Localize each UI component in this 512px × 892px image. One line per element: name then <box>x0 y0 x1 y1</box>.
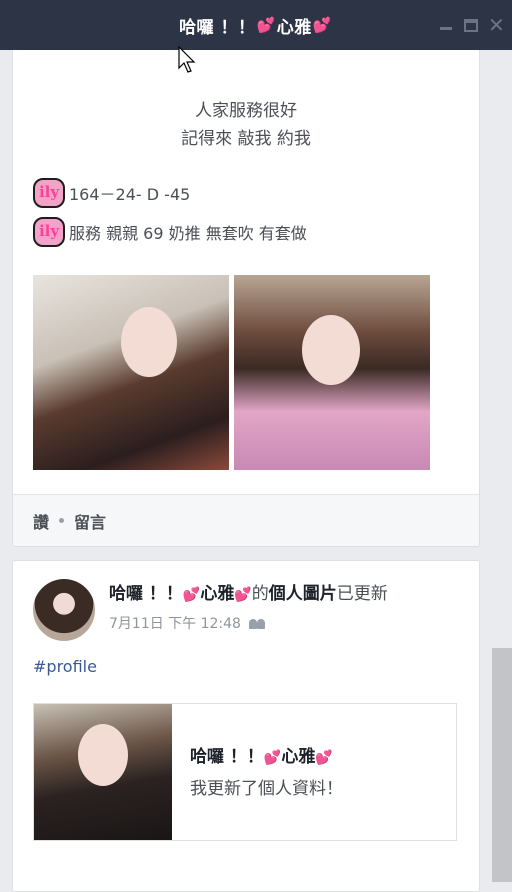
friends-icon[interactable] <box>248 617 267 629</box>
shared-profile-preview[interactable]: 哈囉 ！！💕心雅💕 我更新了個人資料！ <box>33 703 457 841</box>
header-suffix: 已更新 <box>336 584 388 604</box>
close-icon[interactable]: ✕ <box>488 15 505 35</box>
minimize-icon[interactable] <box>438 17 454 33</box>
profile-picture-link[interactable]: 個人圖片 <box>269 584 337 604</box>
profile-update-card: 哈囉 ！！💕心雅💕的個人圖片已更新 7月11日 下午 12:48 #profil… <box>12 560 480 892</box>
post-text-line: 記得來 敲我 約我 <box>181 129 311 149</box>
mouse-pointer-icon <box>178 46 196 73</box>
maximize-icon[interactable] <box>464 18 478 32</box>
author-prefix[interactable]: 哈囉 ！！ <box>109 584 183 604</box>
share-description: 我更新了個人資料！ <box>190 779 343 799</box>
comment-link[interactable]: 留言 <box>74 509 106 533</box>
heart-icon: 💕 <box>263 750 282 766</box>
share-title-prefix: 哈囉 ！！ <box>190 747 264 767</box>
stats-line: ily 164－24- D -45 <box>33 178 190 208</box>
heart-icon: 💕 <box>312 16 332 34</box>
post-meta: 7月11日 下午 12:48 <box>109 613 267 633</box>
heart-icon: 💕 <box>315 750 333 766</box>
post-photo[interactable] <box>33 275 229 470</box>
hashtag-link[interactable]: #profile <box>33 657 97 676</box>
post-card: 人家服務很好 記得來 敲我 約我 ily 164－24- D -45 ily 服… <box>12 50 480 547</box>
timestamp[interactable]: 7月11日 下午 12:48 <box>109 613 241 633</box>
share-title-name: 心雅 <box>281 747 316 767</box>
avatar[interactable] <box>33 579 95 641</box>
heart-icon: 💕 <box>234 587 252 603</box>
author-name[interactable]: 心雅 <box>200 584 234 604</box>
stats-text: 164－24- D -45 <box>69 185 191 204</box>
ily-emoji-icon: ily <box>33 217 65 247</box>
post-actions: 讚 留言 <box>13 494 479 546</box>
separator-dot <box>59 518 65 523</box>
title-name: 心雅 <box>276 17 312 38</box>
profile-thumbnail[interactable] <box>34 704 172 840</box>
ily-emoji-icon: ily <box>33 178 65 208</box>
title-prefix: 哈囉 ！！ <box>179 17 256 38</box>
post-photo[interactable] <box>234 275 430 470</box>
like-link[interactable]: 讚 <box>33 509 49 533</box>
service-line: ily 服務 親親 69 奶推 無套吹 有套做 <box>33 217 307 247</box>
window-titlebar[interactable]: 哈囉 ！！ 💕 心雅 💕 ✕ <box>0 0 512 50</box>
heart-icon: 💕 <box>256 16 276 34</box>
share-title: 哈囉 ！！💕心雅💕 <box>190 742 333 767</box>
post-text-line: 人家服務很好 <box>195 101 297 121</box>
post-header: 哈囉 ！！💕心雅💕的個人圖片已更新 <box>109 579 388 604</box>
header-suffix: 的 <box>251 584 269 604</box>
heart-icon: 💕 <box>182 587 201 603</box>
service-text: 服務 親親 69 奶推 無套吹 有套做 <box>69 224 307 243</box>
scrollbar-thumb[interactable] <box>492 648 512 882</box>
